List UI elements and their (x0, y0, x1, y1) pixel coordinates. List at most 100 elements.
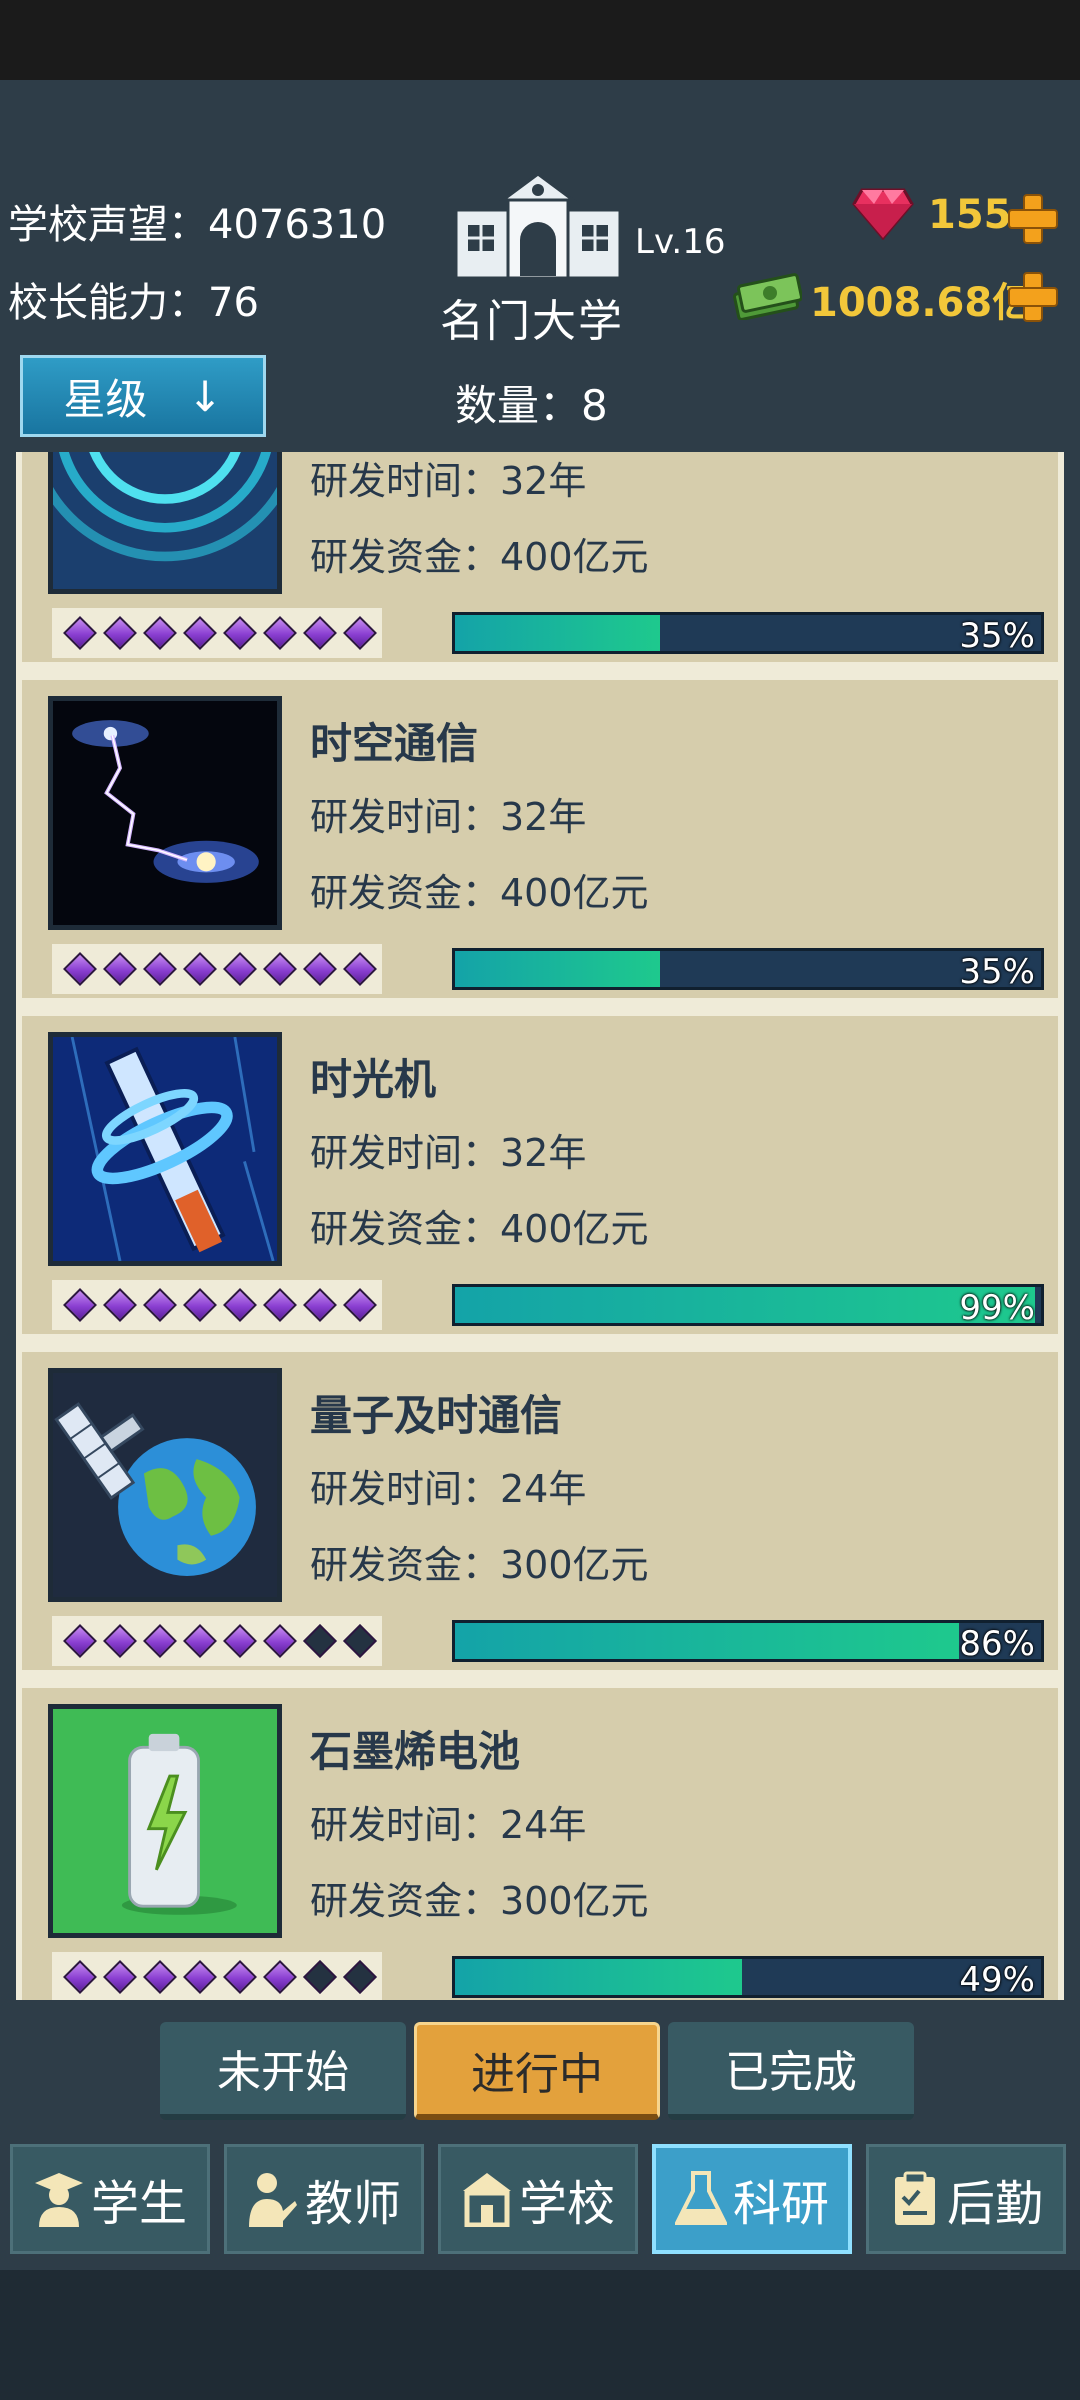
progress-percent: 35% (959, 616, 1035, 654)
school-level: Lv.16 (635, 222, 726, 262)
progress-fill (455, 615, 661, 651)
star-filled-icon (100, 1957, 140, 1997)
star-filled-icon (340, 1285, 380, 1325)
research-card[interactable]: 量子及时通信 研发时间：24年 研发资金：300亿元 86% (16, 1346, 1064, 1676)
progress-percent: 86% (959, 1624, 1035, 1662)
progress-percent: 99% (959, 1288, 1035, 1326)
star-filled-icon (300, 949, 340, 989)
research-time: 研发时间：32年 (310, 1131, 587, 1175)
star-filled-icon (180, 613, 220, 653)
sort-direction-arrow-icon: ↓ (187, 371, 223, 421)
research-progress-bar: 35% (452, 612, 1044, 654)
star-filled-icon (60, 1957, 100, 1997)
bottom-tab-bar: 学生 教师 学校 科研 后勤 (0, 2136, 1080, 2266)
research-list[interactable]: 研发时间：32年 研发资金：400亿元 35% 时空通信 研发时间：32年 研发资金：40… (16, 452, 1064, 2000)
star-rating (52, 944, 382, 994)
star-filled-icon (220, 949, 260, 989)
galaxy-lightning-icon (48, 696, 282, 930)
filter-completed-button[interactable]: 已完成 (668, 2022, 914, 2120)
principal-ability: 校长能力：76 (8, 280, 259, 326)
star-filled-icon (260, 613, 300, 653)
star-filled-icon (140, 1957, 180, 1997)
research-time: 研发时间：32年 (310, 459, 587, 503)
research-fund: 研发资金：300亿元 (310, 1879, 649, 1923)
star-filled-icon (60, 1621, 100, 1661)
gem-count: 155 (928, 192, 1012, 238)
research-name: 时光机 (310, 1055, 437, 1104)
tab-research[interactable]: 科研 (652, 2144, 852, 2254)
research-time: 研发时间：24年 (310, 1467, 587, 1511)
add-gems-plus-icon[interactable] (1006, 192, 1058, 244)
sort-button-label: 星级 (63, 374, 148, 424)
tab-label: 学生 (90, 2176, 187, 2232)
star-filled-icon (140, 949, 180, 989)
tab-label: 学校 (518, 2176, 615, 2232)
money-icon (733, 273, 802, 320)
tab-school[interactable]: 学校 (438, 2144, 638, 2254)
star-filled-icon (180, 1957, 220, 1997)
filter-in-progress-button[interactable]: 进行中 (414, 2022, 660, 2120)
star-empty-icon (340, 1957, 380, 1997)
status-bar (0, 0, 1080, 80)
research-card[interactable]: 时空通信研发时间：32年研发资金：400亿元 35% (16, 674, 1064, 1004)
tab-teachers[interactable]: 教师 (224, 2144, 424, 2254)
progress-percent: 35% (959, 952, 1035, 990)
school-icon (462, 2173, 511, 2227)
star-empty-icon (300, 1621, 340, 1661)
tab-label: 后勤 (946, 2176, 1043, 2232)
school-building-icon[interactable] (448, 170, 628, 280)
tab-label: 教师 (304, 2176, 401, 2232)
student-icon (34, 2173, 83, 2227)
tab-label: 科研 (732, 2176, 829, 2232)
school-name: 名门大学 (440, 296, 624, 347)
research-card[interactable]: 时光机研发时间：32年研发资金：400亿元 99% (16, 1010, 1064, 1340)
star-filled-icon (180, 949, 220, 989)
research-card[interactable]: 石墨烯电池研发时间：24年研发资金：300亿元 49% (16, 1682, 1064, 2000)
star-filled-icon (60, 1285, 100, 1325)
research-name: 时空通信 (310, 719, 479, 768)
star-filled-icon (260, 949, 300, 989)
research-fund: 研发资金：300亿元 (310, 1543, 649, 1587)
star-empty-icon (340, 1621, 380, 1661)
count-label: 数量： (455, 381, 582, 430)
filter-not-started-button[interactable]: 未开始 (160, 2022, 406, 2120)
tab-students[interactable]: 学生 (10, 2144, 210, 2254)
add-money-plus-icon[interactable] (1006, 270, 1058, 322)
count-value: 8 (581, 381, 608, 430)
research-time: 研发时间：24年 (310, 1803, 587, 1847)
star-rating (52, 608, 382, 658)
research-count: 数量：8 (455, 372, 608, 433)
progress-fill (455, 1959, 743, 1995)
research-card[interactable]: 研发时间：32年 研发资金：400亿元 35% (16, 452, 1064, 668)
teacher-icon (248, 2173, 297, 2227)
research-fund: 研发资金：400亿元 (310, 1207, 649, 1251)
research-progress-bar: 99% (452, 1284, 1044, 1326)
star-filled-icon (100, 949, 140, 989)
research-progress-bar: 49% (452, 1956, 1044, 1998)
tab-logistics[interactable]: 后勤 (866, 2144, 1066, 2254)
progress-percent: 49% (959, 1960, 1035, 1998)
star-filled-icon (340, 949, 380, 989)
bottom-spacer (0, 2270, 1080, 2400)
satellite-earth-icon (48, 1368, 282, 1602)
star-filled-icon (220, 1285, 260, 1325)
star-filled-icon (180, 1621, 220, 1661)
star-filled-icon (260, 1957, 300, 1997)
star-filled-icon (300, 1285, 340, 1325)
star-filled-icon (220, 1621, 260, 1661)
star-rating (52, 1280, 382, 1330)
flask-icon (674, 2171, 727, 2225)
earth-signal-icon (48, 452, 282, 594)
star-filled-icon (100, 1285, 140, 1325)
star-filled-icon (300, 613, 340, 653)
progress-fill (455, 1287, 1036, 1323)
research-name: 石墨烯电池 (310, 1727, 521, 1776)
research-fund: 研发资金：400亿元 (310, 871, 649, 915)
sort-by-stars-button[interactable]: 星级 ↓ (20, 355, 266, 437)
star-filled-icon (180, 1285, 220, 1325)
star-filled-icon (340, 613, 380, 653)
gem-icon (852, 188, 914, 240)
battery-icon (48, 1704, 282, 1938)
progress-fill (455, 951, 661, 987)
research-time: 研发时间：32年 (310, 795, 587, 839)
